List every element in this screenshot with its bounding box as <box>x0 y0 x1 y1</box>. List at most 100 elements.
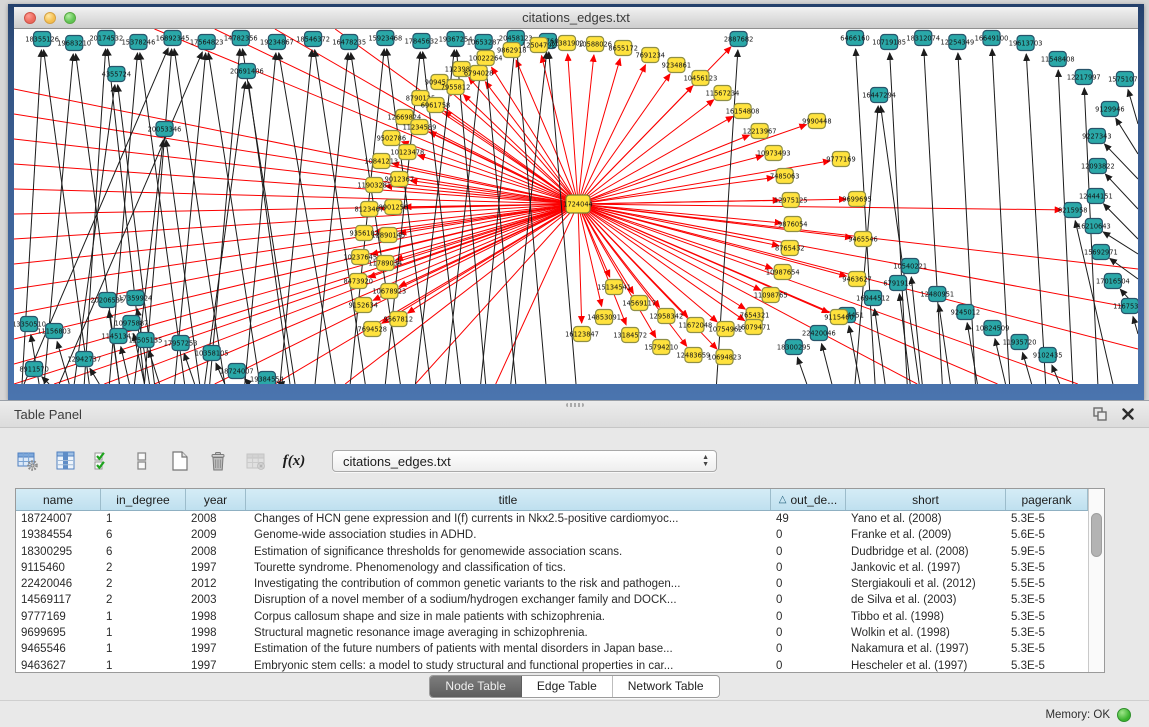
graph-node-teal[interactable]: 9102435 <box>1033 348 1062 363</box>
graph-node-teal[interactable]: 9129946 <box>1095 102 1124 117</box>
tab-network-table[interactable]: Network Table <box>613 676 719 697</box>
graph-node-yellow[interactable]: 10987654 <box>766 265 800 280</box>
graph-node-teal[interactable]: 15751074 <box>1108 72 1138 87</box>
graph-node-teal[interactable]: 18312074 <box>906 31 940 46</box>
panel-drag-handle[interactable] <box>566 403 584 407</box>
table-row[interactable]: 977716911998Corpus callosum shape and si… <box>16 609 1104 625</box>
column-header-short[interactable]: short <box>846 489 1006 510</box>
graph-node-yellow[interactable]: 8765432 <box>775 241 804 256</box>
table-row[interactable]: 1830029562008Estimation of significance … <box>16 544 1104 560</box>
graph-node-yellow[interactable]: 9234861 <box>662 58 691 73</box>
graph-node-yellow[interactable]: 9990448 <box>802 114 831 129</box>
table-row[interactable]: 969969511998Structural magnetic resonanc… <box>16 625 1104 641</box>
graph-node-teal[interactable]: 15923468 <box>368 31 402 46</box>
memory-ok-indicator[interactable] <box>1117 708 1131 722</box>
graph-node-teal[interactable]: 17957253 <box>164 336 198 351</box>
graph-node-yellow[interactable]: 8655172 <box>608 41 637 56</box>
graph-node-yellow[interactable]: 16154808 <box>726 104 760 119</box>
graph-node-teal[interactable]: 10719185 <box>872 35 906 50</box>
show-column-icon[interactable] <box>52 447 80 475</box>
graph-node-teal[interactable]: 16447294 <box>862 88 896 103</box>
column-header-out-degree[interactable]: △ out_de... <box>771 489 846 510</box>
graph-node-teal[interactable]: 20174532 <box>89 31 123 46</box>
create-table-icon[interactable] <box>166 447 194 475</box>
graph-node-teal[interactable]: 17564823 <box>190 35 224 50</box>
graph-hub-node[interactable]: 1724044 <box>563 195 592 213</box>
graph-node-teal[interactable]: 16210643 <box>1077 219 1111 234</box>
table-row[interactable]: 1456911722003Disruption of a novel membe… <box>16 592 1104 608</box>
graph-node-teal[interactable]: 20053346 <box>148 122 182 137</box>
graph-node-yellow[interactable]: 10456123 <box>684 71 718 86</box>
graph-node-teal[interactable]: 12480951 <box>920 287 954 302</box>
select-all-columns-icon[interactable] <box>90 447 118 475</box>
tab-node-table[interactable]: Node Table <box>430 676 522 697</box>
table-row[interactable]: 1872400712008Changes of HCN gene express… <box>16 511 1104 527</box>
graph-node-teal[interactable]: 19683210 <box>57 36 91 51</box>
graph-node-teal[interactable]: 18355126 <box>25 32 59 47</box>
graph-node-teal[interactable]: 6791918 <box>883 276 912 291</box>
graph-node-yellow[interactable]: 7694528 <box>358 322 387 337</box>
graph-node-teal[interactable]: 12444151 <box>1079 189 1113 204</box>
graph-node-yellow[interactable]: 11672048 <box>679 318 713 333</box>
graph-node-yellow[interactable]: 9567812 <box>384 312 413 327</box>
graph-node-yellow[interactable]: 15794210 <box>644 340 678 355</box>
graph-node-yellow[interactable]: 14853091 <box>587 310 621 325</box>
table-selector-dropdown[interactable]: citations_edges.txt ▲▼ <box>332 450 717 472</box>
graph-node-teal[interactable]: 18724007 <box>220 364 254 379</box>
graph-node-yellow[interactable]: 9502786 <box>377 131 406 146</box>
graph-node-teal[interactable]: 20691406 <box>230 64 264 79</box>
graph-node-teal[interactable]: 6466160 <box>840 31 869 46</box>
graph-node-teal[interactable]: 15692971 <box>1084 245 1118 260</box>
graph-node-teal[interactable]: 11675309 <box>1113 299 1138 314</box>
graph-node-yellow[interactable]: 16123847 <box>565 327 599 342</box>
toggle-rows-icon[interactable] <box>128 447 156 475</box>
graph-node-yellow[interactable]: 12975125 <box>774 193 808 208</box>
graph-node-teal[interactable]: 12217997 <box>1067 70 1101 85</box>
graph-node-teal[interactable]: 17845632 <box>405 34 439 49</box>
graph-node-teal[interactable]: 15378246 <box>122 35 156 50</box>
graph-node-teal[interactable]: 16649100 <box>975 31 1009 46</box>
graph-node-teal[interactable]: 18300295 <box>777 340 811 355</box>
graph-node-yellow[interactable]: 9465546 <box>848 232 877 247</box>
graph-node-yellow[interactable]: 10973493 <box>757 146 791 161</box>
table-row[interactable]: 911546021997Tourette syndrome. Phenomeno… <box>16 560 1104 576</box>
function-builder-icon[interactable]: f(x) <box>280 447 308 475</box>
graph-node-teal[interactable]: 11548408 <box>1041 52 1075 67</box>
network-canvas[interactable]: 1835512619683210201745321537824616892345… <box>14 29 1138 384</box>
graph-node-yellow[interactable]: 12483659 <box>677 348 711 363</box>
graph-node-yellow[interactable]: 9777169 <box>826 152 855 167</box>
table-row[interactable]: 1938455462009Genome-wide association stu… <box>16 527 1104 543</box>
graph-node-teal[interactable]: 17016504 <box>1096 274 1130 289</box>
graph-node-teal[interactable]: 12254349 <box>940 35 974 50</box>
delete-table-icon-disabled[interactable] <box>242 447 270 475</box>
graph-node-yellow[interactable]: 14569117 <box>622 296 656 311</box>
graph-node-yellow[interactable]: 10694823 <box>708 350 742 365</box>
table-row[interactable]: 2242004622012Investigating the contribut… <box>16 576 1104 592</box>
float-panel-icon[interactable] <box>1091 405 1109 423</box>
minimize-window-button[interactable] <box>44 12 56 24</box>
close-window-button[interactable] <box>24 12 36 24</box>
graph-node-teal[interactable]: 16892345 <box>156 31 190 46</box>
table-row[interactable]: 946362711997Embryonic stem cells: a mode… <box>16 658 1104 674</box>
table-settings-icon[interactable] <box>14 447 42 475</box>
graph-node-teal[interactable]: 14782356 <box>224 31 258 46</box>
graph-node-teal[interactable]: 10824509 <box>976 321 1010 336</box>
graph-node-teal[interactable]: 19384554 <box>250 372 284 385</box>
column-header-name[interactable]: name <box>16 489 101 510</box>
table-vertical-scrollbar[interactable] <box>1088 489 1104 672</box>
column-header-year[interactable]: year <box>186 489 246 510</box>
graph-node-teal[interactable]: 2887682 <box>724 32 753 47</box>
close-panel-icon[interactable] <box>1119 405 1137 423</box>
graph-node-teal[interactable]: 8215958 <box>1058 203 1087 218</box>
graph-node-teal[interactable]: 4355724 <box>102 67 131 82</box>
column-header-title[interactable]: title <box>246 489 771 510</box>
graph-node-yellow[interactable]: 13184572 <box>613 328 647 343</box>
graph-node-teal[interactable]: 12093822 <box>1081 159 1115 174</box>
graph-node-yellow[interactable]: 7691234 <box>636 48 665 63</box>
delete-column-trash-icon[interactable] <box>204 447 232 475</box>
graph-node-teal[interactable]: 10540221 <box>893 259 927 274</box>
zoom-window-button[interactable] <box>64 12 76 24</box>
window-titlebar[interactable]: citations_edges.txt <box>14 7 1138 29</box>
scrollbar-thumb[interactable] <box>1091 513 1102 557</box>
graph-node-teal[interactable]: 19613703 <box>1009 36 1043 51</box>
